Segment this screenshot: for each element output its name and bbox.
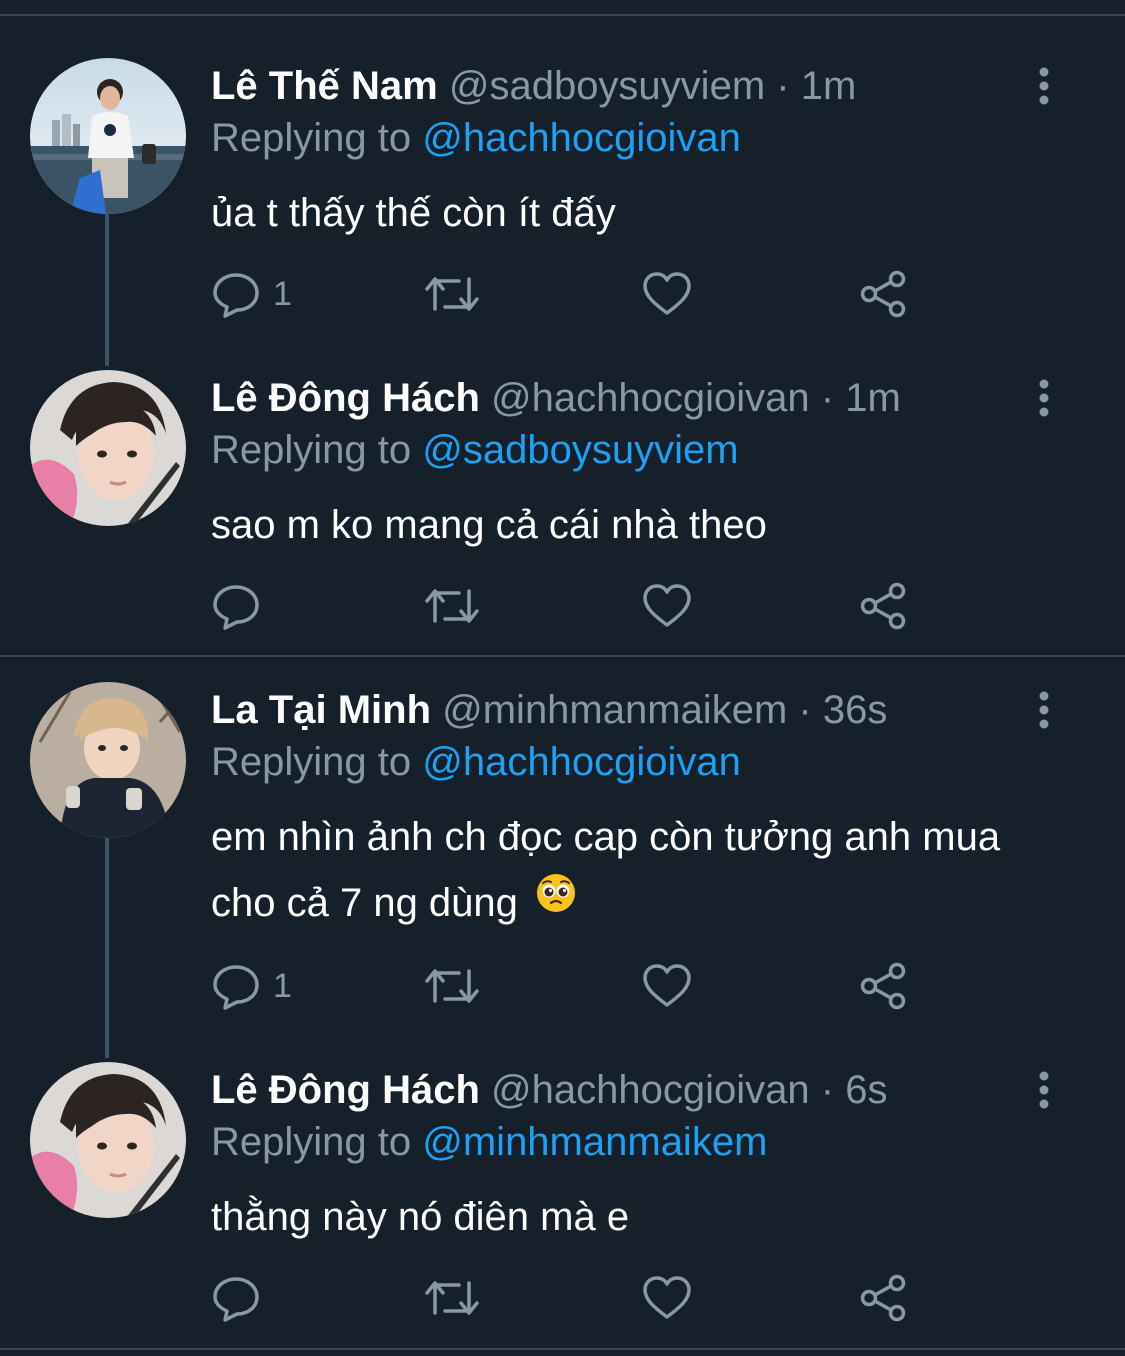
display-name[interactable]: La Tại Minh: [211, 688, 431, 732]
retweet-button[interactable]: [423, 1272, 481, 1324]
share-button[interactable]: [857, 960, 909, 1012]
share-button[interactable]: [857, 580, 909, 632]
replying-to-prefix: Replying to: [211, 1120, 412, 1164]
like-button[interactable]: [641, 960, 693, 1012]
reply-icon: [213, 1277, 259, 1322]
avatar[interactable]: [30, 682, 186, 838]
tweet-text-content: em nhìn ảnh ch đọc cap còn tưởng anh mua…: [211, 815, 1001, 925]
separator-dot: ·: [820, 1068, 835, 1112]
heart-icon: [643, 272, 691, 315]
timestamp[interactable]: 1m: [845, 376, 901, 420]
avatar[interactable]: [30, 370, 186, 526]
replying-to-line: Replying to @minhmanmaikem: [211, 1118, 767, 1166]
replying-to-mention[interactable]: @hachhocgioivan: [422, 116, 741, 160]
replying-to-prefix: Replying to: [211, 116, 412, 160]
retweet-icon: [425, 589, 479, 623]
retweet-button[interactable]: [423, 580, 481, 632]
reply-icon: [213, 273, 259, 318]
replying-to-mention[interactable]: @sadboysuyviem: [422, 428, 738, 472]
tweet[interactable]: La Tại Minh @minhmanmaikem · 36s Replyin…: [0, 682, 1125, 1022]
retweet-button[interactable]: [423, 268, 481, 320]
share-icon: [860, 1274, 906, 1322]
tweet[interactable]: Lê Đông Hách @hachhocgioivan · 1m Replyi…: [0, 370, 1125, 640]
share-icon: [860, 962, 906, 1010]
timestamp[interactable]: 36s: [823, 688, 888, 732]
heart-icon: [643, 584, 691, 627]
display-name[interactable]: Lê Thế Nam: [211, 64, 438, 108]
top-divider: [0, 14, 1125, 16]
replying-to-mention[interactable]: @hachhocgioivan: [422, 740, 741, 784]
tweet-text: em nhìn ảnh ch đọc cap còn tưởng anh mua…: [211, 804, 1011, 936]
reply-icon: [213, 585, 259, 630]
like-button[interactable]: [641, 580, 693, 632]
reply-button[interactable]: [211, 580, 273, 632]
tweet-header: Lê Đông Hách @hachhocgioivan · 1m: [211, 374, 901, 422]
more-options-icon[interactable]: [1024, 64, 1064, 108]
more-options-icon[interactable]: [1024, 688, 1064, 732]
avatar[interactable]: [30, 1062, 186, 1218]
heart-icon: [643, 1276, 691, 1319]
separator-dot: ·: [820, 376, 835, 420]
thread-divider: [0, 655, 1125, 657]
more-options-icon[interactable]: [1024, 376, 1064, 420]
user-handle[interactable]: @sadboysuyviem: [449, 64, 765, 108]
tweet-header: Lê Thế Nam @sadboysuyviem · 1m: [211, 62, 856, 110]
tweet-actions: 1: [211, 960, 931, 1012]
share-icon: [860, 270, 906, 318]
separator-dot: ·: [776, 64, 790, 108]
retweet-icon: [425, 1281, 479, 1315]
share-button[interactable]: [857, 268, 909, 320]
replying-to-prefix: Replying to: [211, 428, 412, 472]
separator-dot: ·: [798, 688, 812, 732]
replying-to-line: Replying to @hachhocgioivan: [211, 114, 741, 162]
replying-to-line: Replying to @hachhocgioivan: [211, 738, 741, 786]
replying-to-prefix: Replying to: [211, 740, 412, 784]
user-handle[interactable]: @hachhocgioivan: [491, 1068, 810, 1112]
tweet-actions: 1: [211, 268, 931, 320]
bottom-divider: [0, 1348, 1125, 1350]
display-name[interactable]: Lê Đông Hách: [211, 376, 480, 420]
reply-icon: [213, 965, 259, 1010]
tweet-actions: [211, 580, 931, 632]
reply-button[interactable]: [211, 1272, 273, 1324]
tweet-text: ủa t thấy thế còn ít đấy: [211, 191, 616, 235]
pleading-face-emoji: [535, 868, 577, 934]
replying-to-mention[interactable]: @minhmanmaikem: [422, 1120, 767, 1164]
tweet-actions: [211, 1272, 931, 1324]
like-button[interactable]: [641, 268, 693, 320]
reply-count: 1: [273, 966, 292, 1005]
avatar[interactable]: [30, 58, 186, 214]
tweet-header: La Tại Minh @minhmanmaikem · 36s: [211, 686, 887, 734]
user-handle[interactable]: @hachhocgioivan: [491, 376, 810, 420]
tweet-text: thằng này nó điên mà e: [211, 1195, 630, 1239]
tweet[interactable]: Lê Đông Hách @hachhocgioivan · 6s Replyi…: [0, 1062, 1125, 1342]
reply-count: 1: [273, 274, 292, 313]
share-button[interactable]: [857, 1272, 909, 1324]
user-handle[interactable]: @minhmanmaikem: [442, 688, 787, 732]
retweet-icon: [425, 969, 479, 1003]
share-icon: [860, 582, 906, 630]
tweet-header: Lê Đông Hách @hachhocgioivan · 6s: [211, 1066, 887, 1114]
more-options-icon[interactable]: [1024, 1068, 1064, 1112]
tweet[interactable]: Lê Thế Nam @sadboysuyviem · 1m Replying …: [0, 58, 1125, 328]
reply-button[interactable]: 1: [211, 268, 292, 320]
reply-button[interactable]: 1: [211, 960, 292, 1012]
display-name[interactable]: Lê Đông Hách: [211, 1068, 480, 1112]
timestamp[interactable]: 1m: [801, 64, 857, 108]
replying-to-line: Replying to @sadboysuyviem: [211, 426, 739, 474]
retweet-icon: [425, 277, 479, 311]
retweet-button[interactable]: [423, 960, 481, 1012]
heart-icon: [643, 964, 691, 1007]
tweet-text: sao m ko mang cả cái nhà theo: [211, 503, 767, 547]
timestamp[interactable]: 6s: [845, 1068, 887, 1112]
like-button[interactable]: [641, 1272, 693, 1324]
